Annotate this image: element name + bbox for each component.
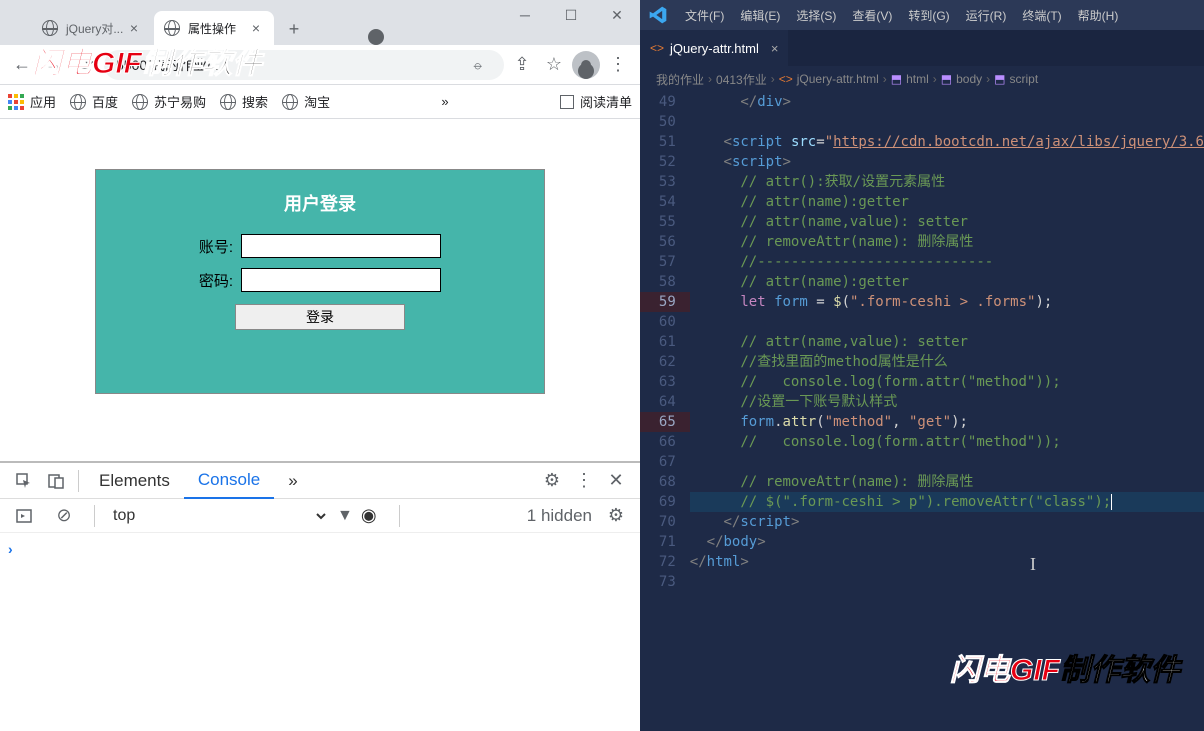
chrome-window: 闪电GIF制作软件 jQuery对... × 属性操作 × + ─ ☐ ✕ ← …: [0, 0, 640, 731]
brackets-icon: ⬒: [994, 72, 1005, 86]
menu-run[interactable]: 运行(R): [959, 0, 1014, 30]
code-editor[interactable]: 4950515253545556575859606162636465666768…: [640, 92, 1204, 731]
new-tab-button[interactable]: +: [280, 15, 308, 43]
brackets-icon: ⬒: [891, 72, 902, 86]
bookmark-taobao[interactable]: 淘宝: [282, 92, 330, 111]
html-file-icon: <>: [779, 72, 793, 86]
globe-icon: [42, 20, 58, 36]
login-button[interactable]: 登录: [235, 304, 405, 330]
context-select[interactable]: top: [109, 504, 329, 528]
devtools-tabbar: Elements Console » ⚙ ⋮ ✕: [0, 463, 640, 499]
menu-edit[interactable]: 编辑(E): [733, 0, 787, 30]
gear-icon[interactable]: ⚙: [600, 500, 632, 532]
menu-terminal[interactable]: 终端(T): [1015, 0, 1068, 30]
devtools: Elements Console » ⚙ ⋮ ✕ ⊘ top ▼ ◉ 1 hid…: [0, 461, 640, 731]
vscode-logo-icon: [648, 5, 668, 25]
kebab-icon[interactable]: ⋮: [568, 465, 600, 497]
profile-button[interactable]: [572, 51, 600, 79]
recording-icon: [368, 29, 384, 45]
menu-view[interactable]: 查看(V): [845, 0, 899, 30]
globe-icon: [164, 20, 180, 36]
globe-icon: [70, 94, 86, 110]
chrome-toolbar: ← → ⟳ 5500/我的作业/... ⦵ ⇪ ☆ ⋮: [0, 45, 640, 85]
console-output[interactable]: ›: [0, 533, 640, 731]
eye-icon[interactable]: ◉: [361, 505, 385, 526]
gear-icon[interactable]: ⚙: [536, 465, 568, 497]
close-icon[interactable]: ×: [771, 41, 779, 56]
address-text: 5500/我的作业/...: [116, 55, 223, 75]
editor-tab[interactable]: <> jQuery-attr.html ×: [640, 30, 788, 66]
console-toolbar: ⊘ top ▼ ◉ 1 hidden ⚙: [0, 499, 640, 533]
window-controls: ─ ☐ ✕: [502, 0, 640, 30]
reading-list-button[interactable]: 阅读清单: [560, 92, 632, 111]
close-button[interactable]: ✕: [594, 0, 640, 30]
browser-tab-0[interactable]: jQuery对... ×: [32, 11, 152, 45]
username-input[interactable]: [241, 234, 441, 258]
menu-file[interactable]: 文件(F): [678, 0, 731, 30]
browser-tab-1[interactable]: 属性操作 ×: [154, 11, 274, 45]
bookmark-overflow[interactable]: »: [441, 94, 448, 109]
breadcrumb[interactable]: 我的作业› 0413作业› <> jQuery-attr.html› ⬒ htm…: [640, 66, 1204, 92]
page-content: 用户登录 账号: 密码: 登录: [0, 119, 640, 461]
html-file-icon: <>: [650, 41, 664, 55]
vscode-tabs: <> jQuery-attr.html ×: [640, 30, 1204, 66]
brackets-icon: ⬒: [941, 72, 952, 86]
clear-icon[interactable]: ⊘: [48, 500, 80, 532]
text-cursor-icon: I: [1030, 554, 1036, 575]
sidebar-toggle-icon[interactable]: [8, 500, 40, 532]
tab-title: jQuery对...: [66, 20, 123, 37]
code-content[interactable]: </div> <script src="https://cdn.bootcdn.…: [690, 92, 1204, 731]
globe-icon: [282, 94, 298, 110]
device-icon[interactable]: [40, 465, 72, 497]
back-button[interactable]: ←: [8, 51, 36, 79]
address-bar[interactable]: 5500/我的作业/... ⦵: [104, 50, 504, 80]
close-icon[interactable]: ×: [248, 20, 264, 36]
menu-selection[interactable]: 选择(S): [789, 0, 843, 30]
menu-button[interactable]: ⋮: [604, 51, 632, 79]
bookmark-baidu[interactable]: 百度: [70, 92, 118, 111]
maximize-button[interactable]: ☐: [548, 0, 594, 30]
list-icon: [560, 95, 574, 109]
apps-icon: [8, 94, 24, 110]
password-input[interactable]: [241, 268, 441, 292]
menu-go[interactable]: 转到(G): [901, 0, 956, 30]
password-label: 密码:: [199, 270, 233, 291]
forward-button[interactable]: →: [40, 51, 68, 79]
apps-button[interactable]: 应用: [8, 92, 56, 111]
login-form: 用户登录 账号: 密码: 登录: [95, 169, 545, 394]
vscode-menubar: 文件(F) 编辑(E) 选择(S) 查看(V) 转到(G) 运行(R) 终端(T…: [640, 0, 1204, 30]
prompt-icon: ›: [8, 541, 13, 557]
close-icon[interactable]: ×: [126, 20, 142, 36]
devtools-close-icon[interactable]: ✕: [600, 465, 632, 497]
tab-overflow[interactable]: »: [274, 463, 311, 499]
inspect-icon[interactable]: [8, 465, 40, 497]
tab-title: 属性操作: [188, 20, 236, 37]
line-gutter: 4950515253545556575859606162636465666768…: [640, 92, 690, 731]
hidden-count: 1 hidden: [527, 506, 592, 526]
menu-help[interactable]: 帮助(H): [1071, 0, 1126, 30]
form-title: 用户登录: [96, 190, 544, 216]
bookmark-bar: 应用 百度 苏宁易购 搜索 淘宝 » 阅读清单: [0, 85, 640, 119]
star-button[interactable]: ☆: [540, 51, 568, 79]
globe-icon: [220, 94, 236, 110]
username-label: 账号:: [199, 236, 233, 257]
translate-icon[interactable]: ⦵: [468, 55, 488, 75]
globe-icon: [132, 94, 148, 110]
vscode-window: 闪电GIF制作软件 文件(F) 编辑(E) 选择(S) 查看(V) 转到(G) …: [640, 0, 1204, 731]
bookmark-search[interactable]: 搜索: [220, 92, 268, 111]
bookmark-suning[interactable]: 苏宁易购: [132, 92, 206, 111]
tab-elements[interactable]: Elements: [85, 463, 184, 499]
share-button[interactable]: ⇪: [508, 51, 536, 79]
tab-console[interactable]: Console: [184, 463, 274, 499]
chrome-titlebar: jQuery对... × 属性操作 × + ─ ☐ ✕: [0, 0, 640, 45]
reload-button[interactable]: ⟳: [72, 51, 100, 79]
minimize-button[interactable]: ─: [502, 0, 548, 30]
